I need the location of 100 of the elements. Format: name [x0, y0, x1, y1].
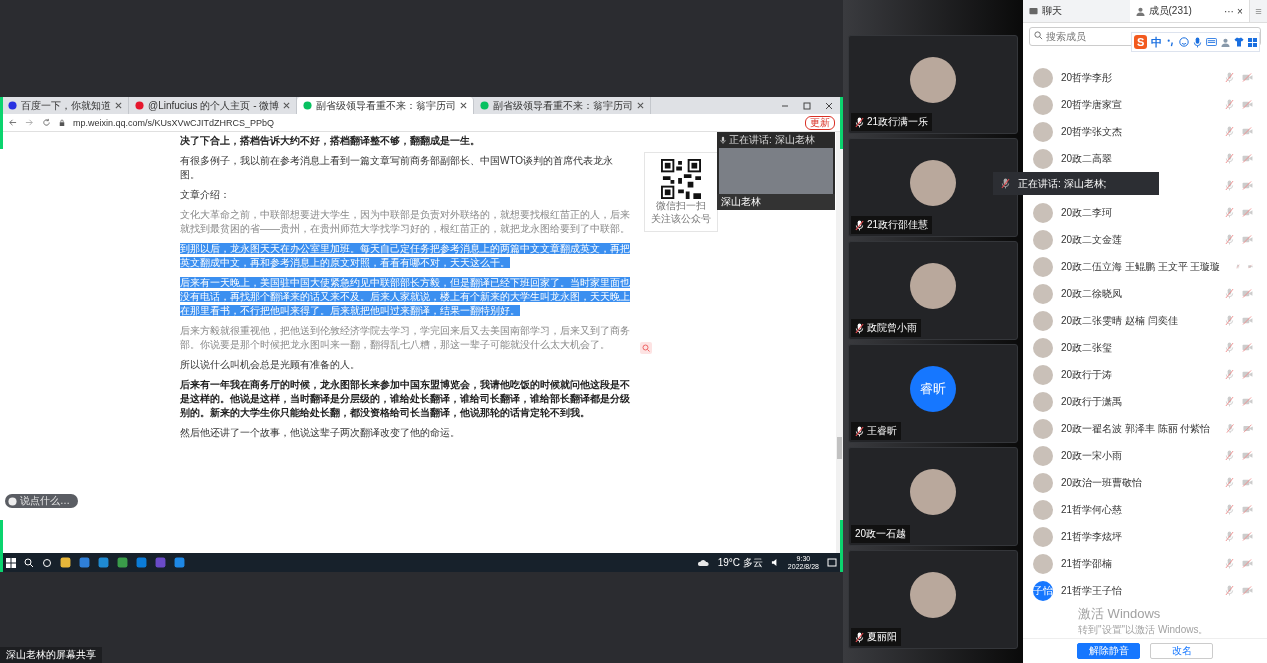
- member-row[interactable]: 20政二张玺: [1023, 334, 1267, 361]
- member-row[interactable]: 20政一翟名波 郭泽丰 陈丽 付紫怡: [1023, 415, 1267, 442]
- mic-muted-icon[interactable]: [1225, 207, 1234, 218]
- close-icon[interactable]: [115, 102, 122, 109]
- taskbar-app-icon[interactable]: [98, 557, 109, 568]
- taskbar-app-icon[interactable]: [136, 557, 147, 568]
- mic-muted-icon[interactable]: [1225, 558, 1234, 569]
- ime-mode[interactable]: 中: [1151, 34, 1163, 50]
- member-row[interactable]: 子怡 21哲学王子怡: [1023, 577, 1267, 604]
- camera-off-icon[interactable]: [1242, 559, 1253, 568]
- camera-off-icon[interactable]: [1242, 478, 1253, 487]
- mic-muted-icon[interactable]: [1225, 234, 1234, 245]
- mic-muted-icon[interactable]: [1226, 423, 1235, 434]
- mic-muted-icon[interactable]: [1225, 72, 1234, 83]
- camera-off-icon[interactable]: [1242, 127, 1253, 136]
- browser-tab[interactable]: 副省级领导看重不来：翁宇历司: [474, 97, 652, 114]
- comment-pill[interactable]: 说点什么…: [5, 494, 78, 508]
- member-row[interactable]: 20政二李珂: [1023, 199, 1267, 226]
- url-text[interactable]: mp.weixin.qq.com/s/KUsXVwCJITdZHRCS_PPbQ: [73, 117, 275, 128]
- reload-icon[interactable]: [42, 118, 51, 127]
- camera-off-icon[interactable]: [1242, 505, 1253, 514]
- task-view-icon[interactable]: [42, 557, 52, 568]
- video-tile[interactable]: 21政行邵佳慧: [848, 138, 1018, 237]
- forward-icon[interactable]: [25, 118, 34, 127]
- camera-off-icon[interactable]: [1242, 397, 1253, 406]
- header-action[interactable]: ···: [1223, 5, 1234, 17]
- member-row[interactable]: 20政二高翠: [1023, 145, 1267, 172]
- header-action[interactable]: ×: [1236, 5, 1243, 17]
- punctuation-icon[interactable]: [1166, 37, 1176, 47]
- member-row[interactable]: 20政二张雯晴 赵楠 闫奕佳: [1023, 307, 1267, 334]
- mic-muted-icon[interactable]: [1225, 99, 1234, 110]
- mic-icon[interactable]: [1193, 36, 1203, 48]
- member-row[interactable]: 21哲学邵楠: [1023, 550, 1267, 577]
- close-icon[interactable]: [283, 102, 291, 109]
- mic-muted-icon[interactable]: [1225, 126, 1234, 137]
- emoji-icon[interactable]: [1179, 37, 1190, 47]
- camera-off-icon[interactable]: [1242, 235, 1253, 244]
- panel-tab[interactable]: 成员(231) ··· ×: [1129, 0, 1249, 22]
- member-row[interactable]: 20政行于潇禹: [1023, 388, 1267, 415]
- camera-off-icon[interactable]: [1242, 532, 1253, 541]
- taskbar-app-icon[interactable]: [79, 557, 90, 568]
- member-row[interactable]: 20哲学张文杰: [1023, 118, 1267, 145]
- mic-muted-icon[interactable]: [1225, 450, 1234, 461]
- mic-muted-icon[interactable]: [1225, 531, 1234, 542]
- member-row[interactable]: 21哲学何心慈: [1023, 496, 1267, 523]
- camera-off-icon[interactable]: [1242, 154, 1253, 163]
- member-row[interactable]: 20哲学唐家宣: [1023, 91, 1267, 118]
- search-icon[interactable]: [24, 557, 34, 568]
- member-row[interactable]: 20政二文金莲: [1023, 226, 1267, 253]
- member-row[interactable]: 20政行于涛: [1023, 361, 1267, 388]
- close-icon[interactable]: [637, 102, 645, 109]
- camera-off-icon[interactable]: [1242, 73, 1253, 82]
- mic-muted-icon[interactable]: [1225, 477, 1234, 488]
- member-row[interactable]: 21哲学李炫坪: [1023, 523, 1267, 550]
- mic-muted-icon[interactable]: [1225, 315, 1234, 326]
- member-row[interactable]: 20政一宋小雨: [1023, 442, 1267, 469]
- weather-text[interactable]: 19°C 多云: [717, 555, 763, 570]
- mic-muted-icon[interactable]: [1225, 504, 1234, 515]
- camera-off-icon[interactable]: [1242, 208, 1253, 217]
- scrollbar-thumb[interactable]: [837, 437, 842, 459]
- video-tile[interactable]: 21政行满一乐: [848, 35, 1018, 134]
- grid-icon[interactable]: [1248, 37, 1258, 47]
- mic-muted-icon[interactable]: [1225, 288, 1234, 299]
- camera-off-icon[interactable]: [1242, 343, 1253, 352]
- windows-logo-icon[interactable]: [6, 557, 16, 568]
- camera-off-icon[interactable]: [1242, 370, 1253, 379]
- keyboard-icon[interactable]: [1206, 38, 1218, 46]
- mic-muted-icon[interactable]: [1225, 369, 1234, 380]
- camera-off-icon[interactable]: [1242, 424, 1253, 433]
- taskbar-app-icon[interactable]: [174, 557, 185, 568]
- camera-off-icon[interactable]: [1242, 316, 1253, 325]
- video-tile[interactable]: 政院曾小雨: [848, 241, 1018, 340]
- mic-muted-icon[interactable]: [1225, 585, 1234, 596]
- person-icon[interactable]: [1221, 37, 1231, 47]
- video-tile[interactable]: 睿昕 王睿昕: [848, 344, 1018, 443]
- mic-muted-icon[interactable]: [1225, 153, 1234, 164]
- mic-muted-icon[interactable]: [1225, 396, 1234, 407]
- rename-button[interactable]: 改名: [1150, 643, 1213, 659]
- taskbar-app-icon[interactable]: [117, 557, 128, 568]
- camera-off-icon[interactable]: [1242, 100, 1253, 109]
- video-tile[interactable]: 夏丽阳: [848, 550, 1018, 649]
- update-button[interactable]: 更新: [805, 115, 835, 130]
- camera-off-icon[interactable]: [1248, 262, 1253, 271]
- unmute-button[interactable]: 解除静音: [1077, 643, 1140, 659]
- camera-off-icon[interactable]: [1242, 451, 1253, 460]
- shirt-icon[interactable]: [1234, 37, 1245, 47]
- close-icon[interactable]: [825, 101, 833, 110]
- panel-tab[interactable]: 聊天: [1023, 0, 1130, 22]
- member-row[interactable]: 20政二徐晓凤: [1023, 280, 1267, 307]
- maximize-icon[interactable]: [803, 101, 811, 110]
- notification-icon[interactable]: [827, 557, 837, 568]
- mic-muted-icon[interactable]: [1225, 180, 1234, 191]
- mic-muted-icon[interactable]: [1225, 342, 1234, 353]
- video-tile[interactable]: 20政一石越: [848, 447, 1018, 546]
- camera-off-icon[interactable]: [1242, 289, 1253, 298]
- browser-tab[interactable]: 副省级领导看重不来：翁宇历司: [297, 97, 475, 114]
- taskbar-app-icon[interactable]: [60, 557, 71, 568]
- member-row[interactable]: 20政二伍立海 王鲲鹏 王文平 王璇璇: [1023, 253, 1267, 280]
- camera-off-icon[interactable]: [1242, 181, 1253, 190]
- member-row[interactable]: 20政治一班曹敬怡: [1023, 469, 1267, 496]
